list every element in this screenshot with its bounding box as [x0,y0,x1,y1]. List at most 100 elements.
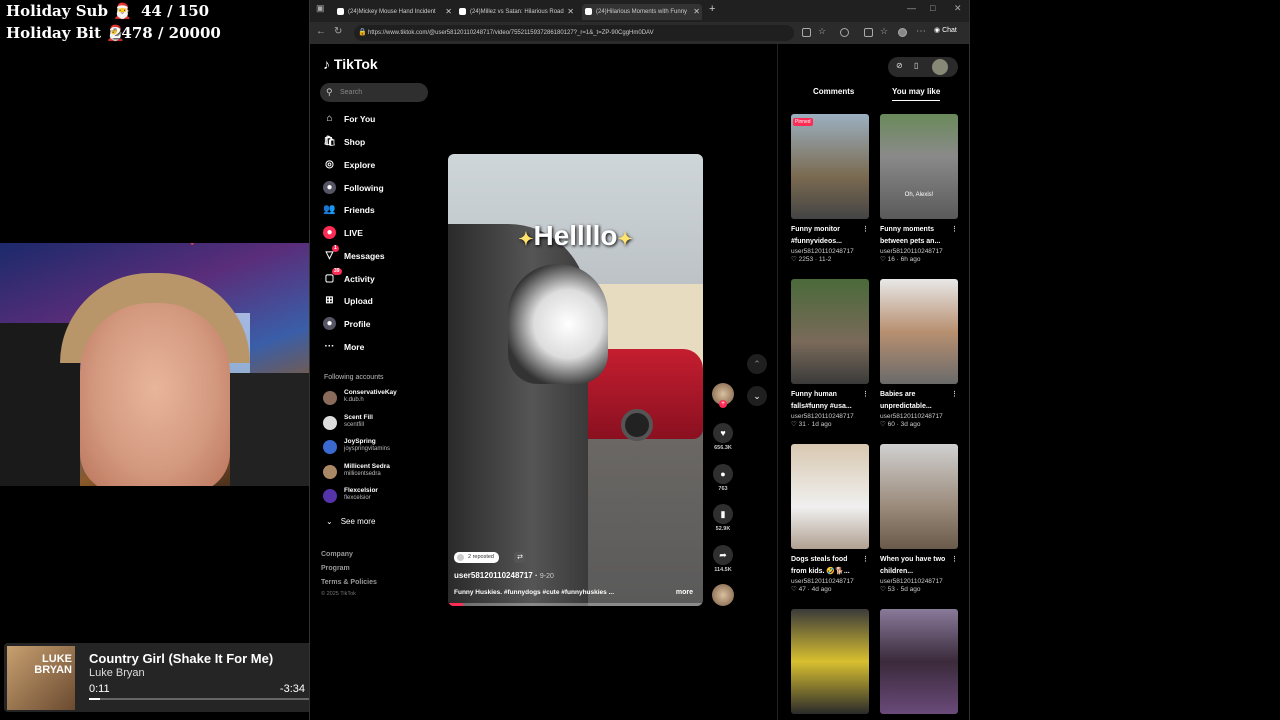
following-account-item[interactable]: Flexcelsior flexcelsior [323,486,433,506]
tab-3-active[interactable]: (24)Hilarious Moments with Funny ✕ [582,4,702,20]
video-username[interactable]: user58120110248717 · 9-20 [454,571,554,580]
repost-icon[interactable]: ⇄ [514,552,526,563]
holiday-sub-goal: Holiday Sub 🎅 44 / 150 [6,2,209,20]
card-more-icon[interactable]: ⋮ [951,389,958,401]
video-thumbnail[interactable] [880,444,958,549]
footer-program-link[interactable]: Program [321,565,350,572]
video-player[interactable]: ✦Hellllo✦ 2 reposted ⇄ user5812011024871… [448,154,703,606]
sidebar-item-friends[interactable]: 👥 Friends [323,201,374,219]
sound-disc-button[interactable] [711,584,735,606]
recommended-video-card[interactable]: Babies are unpredictable... ⋮ user58120110… [880,279,958,428]
minimize-icon[interactable]: — [907,3,916,13]
card-username[interactable]: user58120110248717 [880,578,958,585]
sidebar-item-messages[interactable]: ▽ 1 Messages [323,245,385,265]
card-title-row: Funny moments between pets an... ⋮ [880,224,958,248]
video-progress-bar[interactable] [448,603,703,606]
comment-button[interactable]: ● 763 [711,464,735,492]
video-thumbnail[interactable] [880,279,958,384]
video-thumbnail[interactable] [791,279,869,384]
see-more-button[interactable]: ⌄ See more [326,517,375,526]
card-more-icon[interactable]: ⋮ [862,554,869,566]
card-username[interactable]: user58120110248717 [791,578,869,585]
close-tab-icon[interactable]: ✕ [693,4,700,20]
recommended-video-card[interactable]: Dogs steals food from kids. 🤣🐕... ⋮ user58… [791,444,869,593]
video-thumbnail[interactable]: Oh, Alexis! [880,114,958,219]
close-tab-icon[interactable]: ✕ [445,4,452,20]
comment-count: 763 [718,486,728,492]
video-thumbnail[interactable] [791,609,869,714]
sidebar-item-label: Following [344,183,384,193]
more-menu-icon[interactable]: ⋯ [916,26,926,37]
device-icon[interactable]: ▯ [914,61,918,70]
sidebar-item-profile[interactable]: ● Profile [323,315,370,333]
footer-terms-link[interactable]: Terms & Policies [321,579,377,586]
santa-icon: 🎅 [113,2,132,20]
like-button[interactable]: ♥ 656.3K [711,423,735,451]
card-more-icon[interactable]: ⋮ [862,389,869,401]
card-username[interactable]: user58120110248717 [880,248,958,255]
goal-value: 2478 / 20000 [111,24,221,42]
video-thumbnail[interactable]: Pinned [791,114,869,219]
copilot-chat-button[interactable]: ◉ Chat [934,26,957,34]
card-username[interactable]: user58120110248717 [791,248,869,255]
card-username[interactable]: user58120110248717 [791,413,869,420]
tab-comments[interactable]: Comments [813,87,854,96]
favorites-icon[interactable]: ☆ [880,26,888,37]
sidebar-item-explore[interactable]: ◎ Explore [323,156,375,174]
tab-1[interactable]: (24)Mickey Mouse Hand Incident ✕ [334,4,454,20]
follow-plus-icon[interactable]: + [719,400,727,408]
recommended-video-card[interactable]: When you have two children... ⋮ user581201… [880,444,958,593]
sidebar-item-for-you[interactable]: ⌂ For You [323,110,375,128]
tab-actions-icon[interactable]: ▣ [316,3,325,14]
card-more-icon[interactable]: ⋮ [951,224,958,236]
remaining-time: -3:34 [279,683,305,695]
recommended-video-card[interactable] [791,609,869,714]
user-avatar-icon[interactable] [932,59,948,75]
sidebar-item-live[interactable]: ● LIVE [323,224,363,242]
close-tab-icon[interactable]: ✕ [567,4,574,20]
card-title: Funny moments between pets an... [880,226,941,245]
url-input[interactable]: 🔒 https://www.tiktok.com/@user5812011024… [354,25,794,41]
new-tab-button[interactable]: + [709,3,715,15]
next-video-button[interactable]: ⌄ [747,386,767,406]
favorite-star-icon[interactable]: ☆ [818,26,826,37]
recommended-video-card[interactable]: Funny human falls#funny #usa... ⋮ user5812… [791,279,869,428]
recommended-video-card[interactable] [880,609,958,714]
refresh-icon[interactable]: ↻ [334,26,342,37]
tiktok-logo[interactable]: ♪ TikTok [323,56,378,72]
app-install-icon[interactable] [802,28,811,37]
video-thumbnail[interactable] [880,609,958,714]
tab-you-may-like[interactable]: You may like [892,87,941,101]
card-more-icon[interactable]: ⋮ [862,224,869,236]
close-window-icon[interactable]: ✕ [954,3,962,14]
share-button[interactable]: ➦ 114.5K [711,545,735,573]
sidebar-item-upload[interactable]: ⊞ Upload [323,292,373,310]
card-more-icon[interactable]: ⋮ [951,554,958,566]
recommended-video-card[interactable]: Oh, Alexis! Funny moments between pets an… [880,114,958,263]
previous-video-button[interactable]: ⌃ [747,354,767,374]
recommended-video-card[interactable]: Pinned Funny monitor #funnyvideos... ⋮ user… [791,114,869,263]
following-account-item[interactable]: ConservativeKay k.dub.h [323,388,433,408]
tab-2[interactable]: (24)Millez vs Satan: Hilarious Road ✕ [456,4,576,20]
video-thumbnail[interactable] [791,444,869,549]
following-account-item[interactable]: Scent Fill scentfill [323,413,433,433]
split-screen-icon[interactable] [864,28,873,37]
sidebar-item-more[interactable]: ··· More [323,338,365,356]
card-username[interactable]: user58120110248717 [880,413,958,420]
sidebar-item-following[interactable]: ● Following [323,179,384,197]
save-button[interactable]: ▮ 52.9K [711,504,735,532]
following-account-item[interactable]: Millicent Sedra millicentsedra [323,462,433,482]
repost-badge[interactable]: 2 reposted [454,552,499,563]
maximize-icon[interactable]: □ [930,3,935,13]
extension-icon[interactable] [840,28,849,37]
creator-avatar-button[interactable]: + [711,383,735,408]
following-account-item[interactable]: JoySpring joyspringvitamins [323,437,433,457]
sidebar-item-shop[interactable]: 🛍 Shop [323,133,365,151]
back-icon[interactable]: ← [316,26,326,37]
profile-avatar-icon[interactable] [898,28,907,37]
search-input[interactable]: ⚲ Search [320,83,428,102]
footer-company-link[interactable]: Company [321,551,353,558]
sidebar-item-activity[interactable]: ▢ 39 Activity [323,268,375,288]
report-icon[interactable]: ⊘ [896,61,903,70]
description-more-link[interactable]: more [676,589,693,596]
